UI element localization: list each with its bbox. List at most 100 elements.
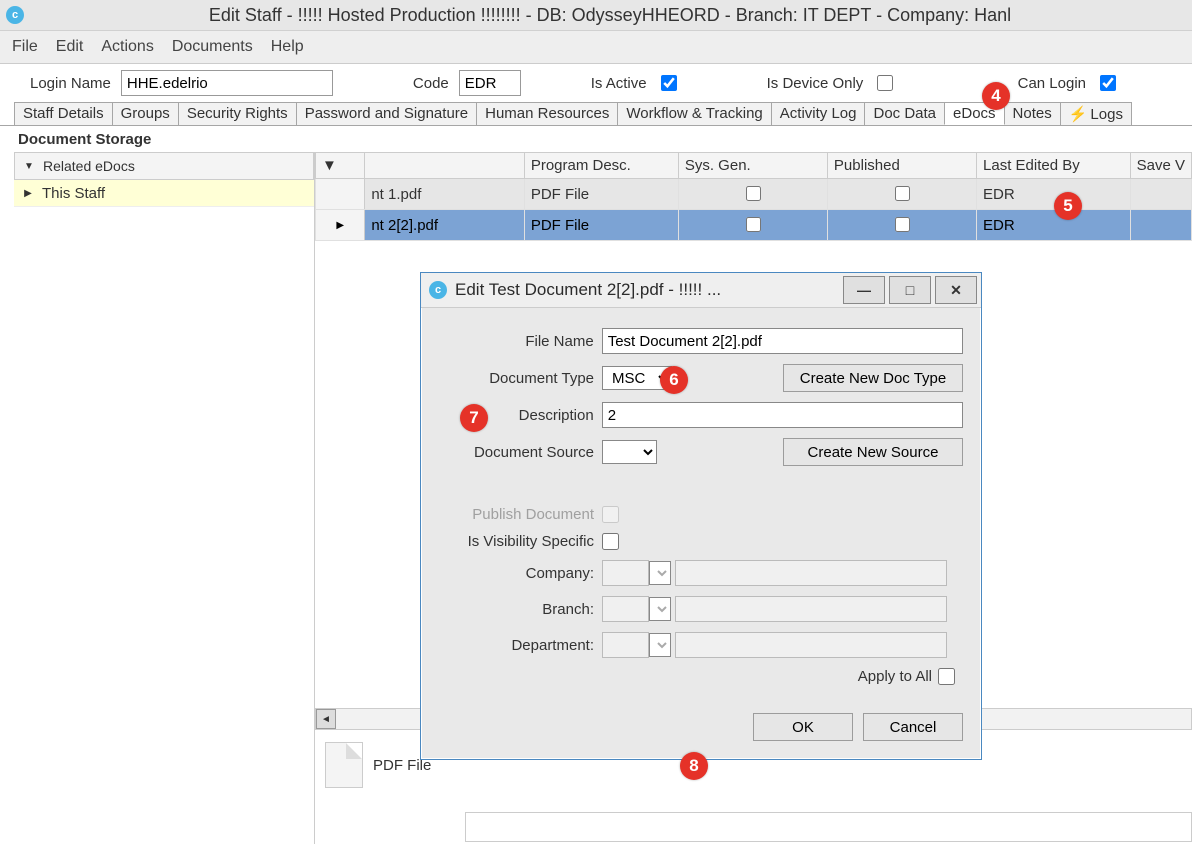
sysgen-checkbox[interactable] [746, 217, 761, 232]
header-form: Login Name Code Is Active Is Device Only… [0, 64, 1192, 102]
cell-file: nt 1.pdf [365, 179, 524, 210]
document-storage-title: Document Storage [0, 126, 1192, 152]
cell-published [827, 179, 976, 210]
grid-header-save[interactable]: Save V [1130, 153, 1191, 179]
tab-staff-details[interactable]: Staff Details [14, 102, 113, 125]
scroll-left-icon[interactable]: ◄ [316, 709, 336, 729]
tab-workflow-and-tracking[interactable]: Workflow & Tracking [617, 102, 771, 125]
publish-document-checkbox [602, 506, 619, 523]
related-edocs-header: Related eDocs [43, 158, 135, 174]
menu-file[interactable]: File [12, 38, 38, 56]
minimize-button[interactable]: ― [843, 276, 885, 304]
step-badge-8: 8 [680, 752, 708, 780]
tab-logs[interactable]: ⚡Logs [1060, 102, 1132, 125]
step-badge-5: 5 [1054, 192, 1082, 220]
code-input[interactable] [459, 70, 521, 96]
grid-header-program[interactable]: Program Desc. [524, 153, 678, 179]
tab-strip: Staff Details Groups Security Rights Pas… [0, 102, 1192, 126]
branch-code-input[interactable] [602, 596, 649, 622]
row-indicator [316, 179, 365, 210]
is-device-label: Is Device Only [767, 75, 864, 92]
left-header[interactable]: ▼ Related eDocs [14, 152, 314, 180]
grid-header-arrow[interactable]: ▼ [316, 153, 365, 179]
branch-select[interactable] [649, 597, 671, 621]
cancel-button[interactable]: Cancel [863, 713, 963, 741]
company-code-input[interactable] [602, 560, 649, 586]
grid-header-lastedited[interactable]: Last Edited By [977, 153, 1131, 179]
menu-actions[interactable]: Actions [101, 38, 153, 56]
tree-item-this-staff[interactable]: ▶ This Staff [14, 180, 314, 207]
is-active-label: Is Active [591, 75, 647, 92]
cell-program: PDF File [524, 179, 678, 210]
cell-save [1130, 210, 1191, 241]
grid-header-published[interactable]: Published [827, 153, 976, 179]
preview-input[interactable] [465, 812, 1192, 842]
department-code-input[interactable] [602, 632, 649, 658]
bolt-icon: ⚡ [1069, 106, 1088, 123]
department-name-input[interactable] [675, 632, 947, 658]
code-label: Code [413, 75, 449, 92]
step-badge-6: 6 [660, 366, 688, 394]
chevron-down-icon[interactable]: ▼ [15, 161, 43, 172]
grid-header-file[interactable] [365, 153, 524, 179]
published-checkbox[interactable] [895, 186, 910, 201]
cell-save [1130, 179, 1191, 210]
create-new-doc-type-button[interactable]: Create New Doc Type [783, 364, 963, 392]
can-login-checkbox[interactable] [1100, 75, 1116, 91]
create-new-source-button[interactable]: Create New Source [783, 438, 963, 466]
tab-doc-data[interactable]: Doc Data [864, 102, 945, 125]
menu-documents[interactable]: Documents [172, 38, 253, 56]
menu-help[interactable]: Help [271, 38, 304, 56]
grid-header-row: ▼ Program Desc. Sys. Gen. Published Last… [316, 153, 1192, 179]
tree-item-label: This Staff [42, 185, 105, 202]
document-type-label: Document Type [439, 370, 602, 387]
dialog-body: File Name Document Type MSC Create New D… [421, 308, 981, 759]
file-name-input[interactable] [602, 328, 963, 354]
department-select[interactable] [649, 633, 671, 657]
left-pane: ▼ Related eDocs ▶ This Staff [0, 152, 315, 844]
grid-header-sysgen[interactable]: Sys. Gen. [678, 153, 827, 179]
tab-security-rights[interactable]: Security Rights [178, 102, 297, 125]
is-visibility-specific-checkbox[interactable] [602, 533, 619, 550]
cell-file: nt 2[2].pdf [365, 210, 524, 241]
cell-sysgen [678, 179, 827, 210]
cell-sysgen [678, 210, 827, 241]
app-icon: c [6, 6, 24, 24]
ok-button[interactable]: OK [753, 713, 853, 741]
step-badge-4: 4 [982, 82, 1010, 110]
company-select[interactable] [649, 561, 671, 585]
document-source-label: Document Source [439, 444, 602, 461]
dialog-title-bar[interactable]: c Edit Test Document 2[2].pdf - !!!!! ..… [421, 273, 981, 308]
menu-bar: File Edit Actions Documents Help [0, 31, 1192, 64]
apply-to-all-label: Apply to All [858, 668, 932, 685]
published-checkbox[interactable] [895, 217, 910, 232]
tab-groups[interactable]: Groups [112, 102, 179, 125]
window-title: Edit Staff - !!!!! Hosted Production !!!… [34, 5, 1186, 26]
department-label: Department: [439, 637, 602, 654]
login-name-input[interactable] [121, 70, 333, 96]
document-icon [325, 742, 363, 788]
cell-published [827, 210, 976, 241]
tab-activity-log[interactable]: Activity Log [771, 102, 866, 125]
menu-edit[interactable]: Edit [56, 38, 84, 56]
branch-name-input[interactable] [675, 596, 947, 622]
is-active-checkbox[interactable] [661, 75, 677, 91]
cell-editor: EDR [977, 210, 1131, 241]
company-name-input[interactable] [675, 560, 947, 586]
document-source-select[interactable] [602, 440, 657, 464]
company-label: Company: [439, 565, 602, 582]
edit-document-dialog: c Edit Test Document 2[2].pdf - !!!!! ..… [420, 272, 982, 760]
login-name-label: Login Name [30, 75, 111, 92]
close-button[interactable]: ✕ [935, 276, 977, 304]
tab-password-and-signature[interactable]: Password and Signature [296, 102, 477, 125]
is-visibility-specific-label: Is Visibility Specific [439, 533, 602, 550]
sysgen-checkbox[interactable] [746, 186, 761, 201]
tab-human-resources[interactable]: Human Resources [476, 102, 618, 125]
description-input[interactable] [602, 402, 963, 428]
maximize-button[interactable]: □ [889, 276, 931, 304]
chevron-right-icon[interactable]: ▶ [14, 188, 42, 199]
is-device-checkbox[interactable] [877, 75, 893, 91]
apply-to-all-checkbox[interactable] [938, 668, 955, 685]
tab-notes[interactable]: Notes [1004, 102, 1061, 125]
cell-program: PDF File [524, 210, 678, 241]
